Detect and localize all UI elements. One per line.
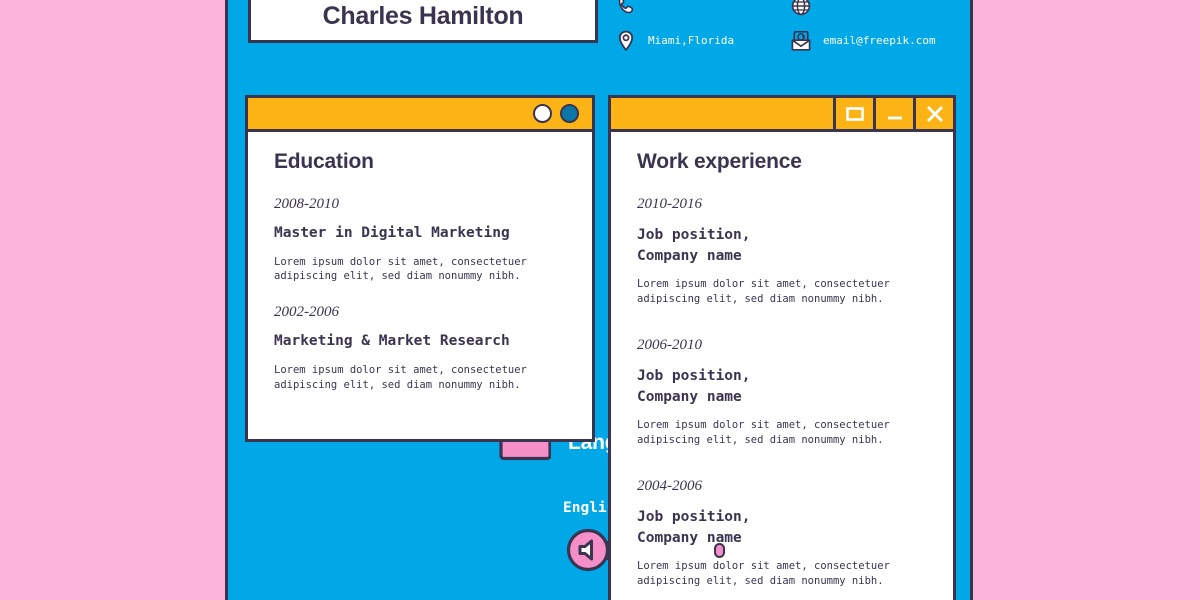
close-icon bbox=[926, 105, 943, 122]
education-entry-date: 2008-2010 bbox=[274, 196, 339, 212]
work-entry: 2004-2006 Job position, Company name Lor… bbox=[637, 478, 927, 589]
education-window-dots bbox=[533, 104, 592, 123]
education-entry-title: Marketing & Market Research bbox=[274, 333, 510, 350]
work-window-body: Work experience 2010-2016 Job position, … bbox=[611, 132, 953, 600]
close-button[interactable] bbox=[913, 98, 953, 129]
work-titlebar bbox=[611, 98, 953, 132]
work-entry-title: Job position, Company name bbox=[637, 227, 751, 264]
work-window-controls bbox=[833, 98, 953, 129]
education-entry-date: 2002-2006 bbox=[274, 304, 339, 321]
work-entry-title: Job position, Company name bbox=[637, 367, 751, 405]
education-window: Education 2008-2010 Master in Digital Ma… bbox=[245, 95, 595, 442]
work-entry-date: 2010-2016 bbox=[637, 196, 702, 212]
page-title: Charles Hamilton bbox=[322, 2, 524, 30]
education-entry-description: Lorem ipsum dolor sit amet, consectetuer… bbox=[274, 255, 527, 283]
window-dot-white[interactable] bbox=[533, 104, 552, 123]
work-entry: 2010-2016 Job position, Company name Lor… bbox=[637, 196, 927, 307]
contact-text-location: Miami,Florida bbox=[648, 34, 735, 47]
education-title: Education bbox=[274, 150, 374, 173]
maximize-icon bbox=[845, 106, 864, 121]
contact-item-location[interactable]: Miami,Florida bbox=[613, 23, 788, 58]
work-experience-window: Work experience 2010-2016 Job position, … bbox=[608, 95, 956, 600]
contact-item-email[interactable]: email@freepik.com bbox=[788, 23, 963, 58]
phone-icon bbox=[613, 0, 639, 19]
work-entry-description: Lorem ipsum dolor sit amet, consectetuer… bbox=[637, 419, 890, 447]
resume-page: Charles Hamilton Miami,Florida email@fre… bbox=[0, 0, 1200, 600]
name-plate: Charles Hamilton bbox=[248, 0, 598, 43]
work-entry: 2006-2010 Job position, Company name Lor… bbox=[637, 337, 927, 448]
education-window-body: Education 2008-2010 Master in Digital Ma… bbox=[248, 132, 592, 403]
education-entry: 2002-2006 Marketing & Market Research Lo… bbox=[274, 304, 566, 392]
contact-item-website[interactable] bbox=[788, 0, 963, 23]
speaker-icon bbox=[566, 528, 610, 577]
education-entry-description: Lorem ipsum dolor sit amet, consectetuer… bbox=[274, 363, 527, 391]
slider-knob[interactable] bbox=[714, 543, 725, 558]
email-icon bbox=[788, 28, 814, 54]
minimize-button[interactable] bbox=[873, 98, 913, 129]
work-entry-title: Job position, Company name bbox=[637, 508, 751, 546]
contact-item-phone[interactable] bbox=[613, 0, 788, 23]
location-icon bbox=[613, 28, 639, 54]
education-entry-title: Master in Digital Marketing bbox=[274, 225, 510, 241]
work-entry-date: 2004-2006 bbox=[637, 477, 702, 494]
window-dot-blue[interactable] bbox=[560, 104, 579, 123]
contact-details: Miami,Florida email@freepik.com bbox=[613, 0, 963, 58]
work-entry-description: Lorem ipsum dolor sit amet, consectetuer… bbox=[637, 560, 890, 587]
work-entry-description: Lorem ipsum dolor sit amet, consectetuer… bbox=[637, 278, 890, 306]
globe-icon bbox=[788, 0, 814, 19]
work-entry-date: 2006-2010 bbox=[637, 336, 702, 353]
work-title: Work experience bbox=[637, 150, 802, 173]
contact-text-email: email@freepik.com bbox=[823, 34, 936, 47]
education-titlebar bbox=[248, 98, 592, 132]
maximize-button[interactable] bbox=[833, 98, 873, 129]
education-entry: 2008-2010 Master in Digital Marketing Lo… bbox=[274, 196, 566, 284]
minimize-icon bbox=[887, 116, 902, 119]
